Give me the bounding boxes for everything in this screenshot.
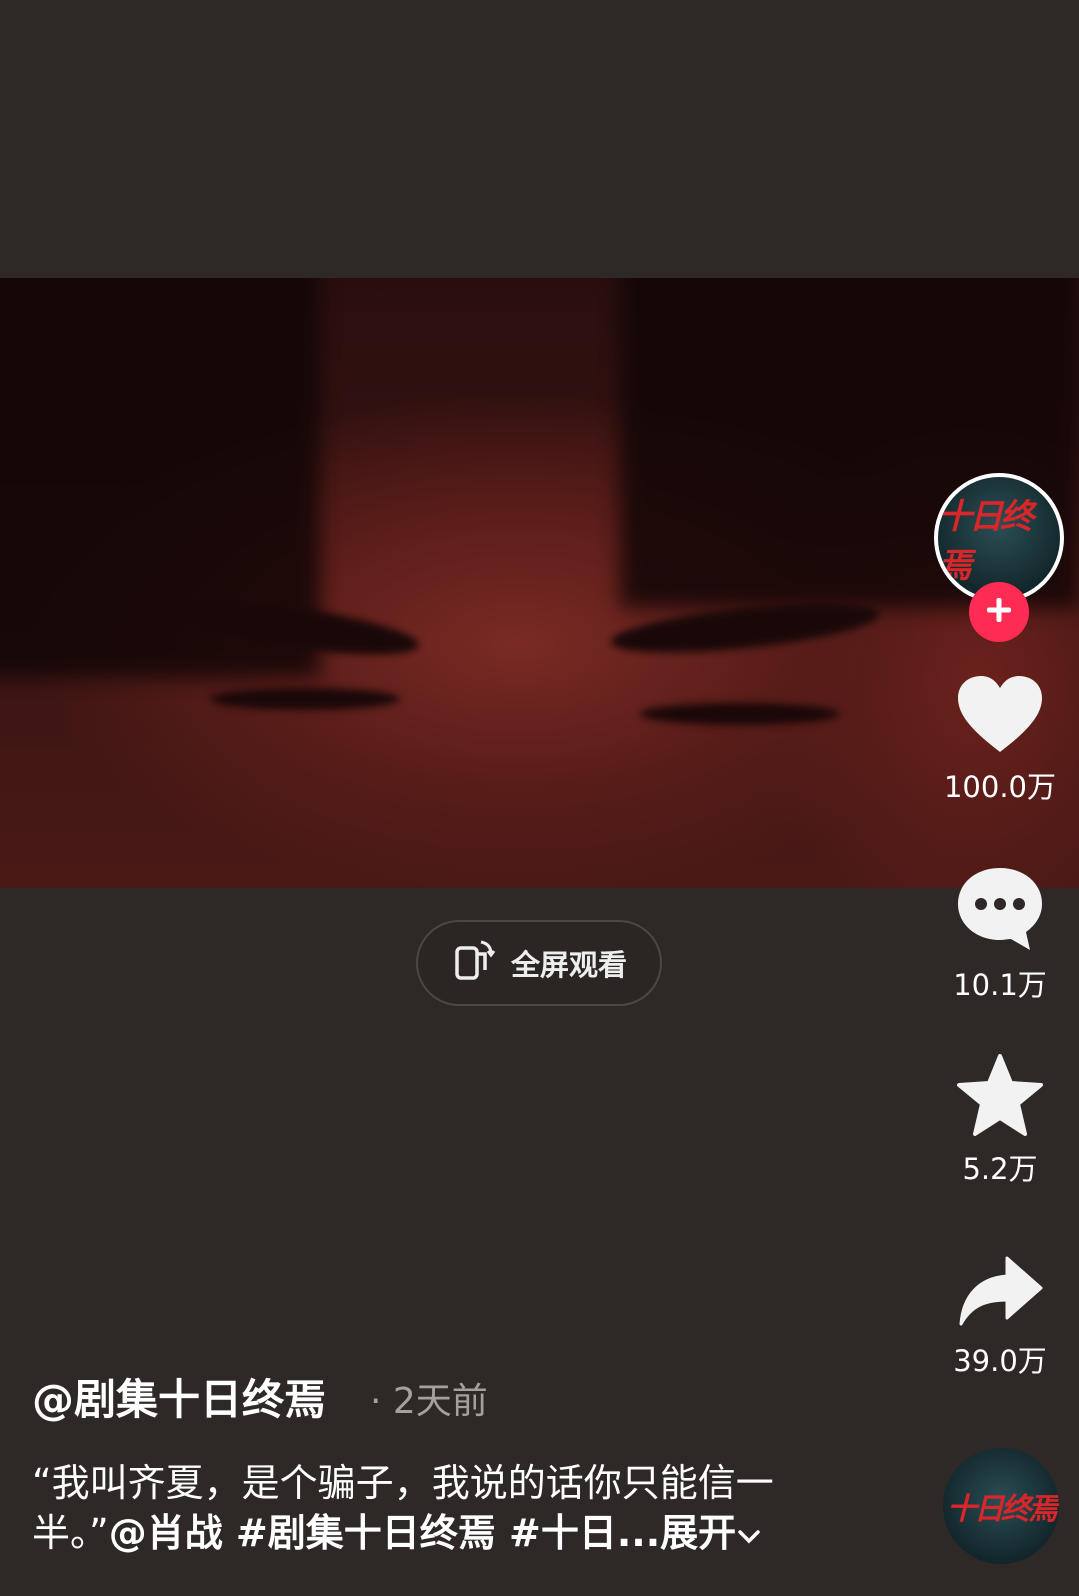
heart-icon: [954, 676, 1046, 760]
eye-right: [640, 703, 840, 725]
share-count: 39.0万: [953, 1344, 1047, 1378]
expand-button[interactable]: 展开: [660, 1511, 762, 1555]
caption-line-2: 半。”@肖战 #剧集十日终焉 #十日...展开: [32, 1508, 832, 1558]
like-action[interactable]: 100.0万: [925, 672, 1075, 806]
comment-action[interactable]: 10.1万: [925, 864, 1075, 1004]
music-disc[interactable]: 十日终焉: [943, 1448, 1059, 1564]
caption-hashtags[interactable]: #剧集十日终焉 #十日...: [223, 1511, 660, 1555]
plus-icon: [984, 595, 1014, 629]
eye-left: [210, 688, 400, 710]
video-player[interactable]: [0, 278, 1079, 888]
fullscreen-label: 全屏观看: [510, 948, 627, 982]
follow-button[interactable]: [969, 582, 1029, 642]
chevron-down-icon: [736, 1511, 762, 1555]
comment-icon: [954, 868, 1046, 958]
music-disc-logo: 十日终焉: [947, 1492, 1058, 1527]
post-time: · 2天前: [370, 1381, 488, 1422]
fullscreen-button[interactable]: 全屏观看: [416, 920, 662, 1006]
comment-count: 10.1万: [953, 968, 1047, 1002]
creator-avatar-logo: 十日终焉: [938, 497, 1034, 586]
favorite-count: 5.2万: [962, 1152, 1038, 1186]
star-icon: [955, 1054, 1045, 1142]
expand-label: 展开: [660, 1511, 737, 1555]
share-action[interactable]: 39.0万: [925, 1254, 1075, 1380]
favorite-action[interactable]: 5.2万: [925, 1052, 1075, 1188]
caption-line-1: “我叫齐夏，是个骗子，我说的话你只能信一: [32, 1461, 774, 1505]
post-caption[interactable]: “我叫齐夏，是个骗子，我说的话你只能信一 半。”@肖战 #剧集十日终焉 #十日.…: [32, 1458, 832, 1558]
share-icon: [955, 1256, 1045, 1334]
author-name[interactable]: @剧集十日终焉: [32, 1366, 326, 1427]
caption-mention[interactable]: @肖战: [109, 1511, 223, 1555]
caption-text-end: 半。”: [32, 1511, 109, 1555]
rotate-screen-icon: [451, 938, 497, 988]
like-count: 100.0万: [943, 770, 1057, 804]
